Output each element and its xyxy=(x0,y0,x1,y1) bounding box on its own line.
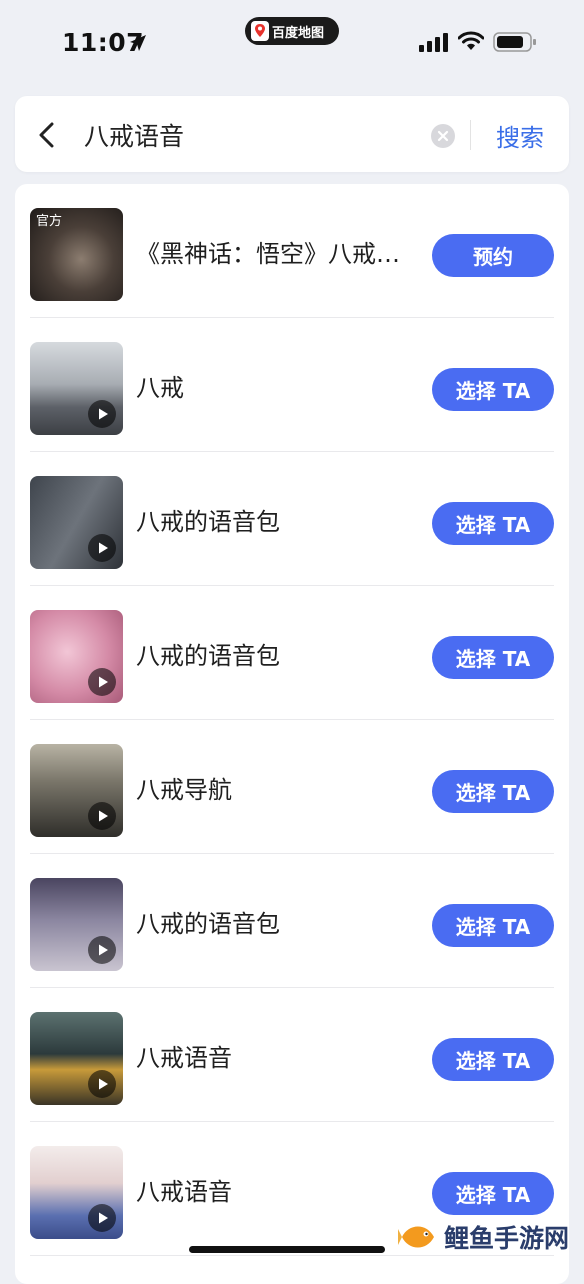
thumbnail[interactable] xyxy=(30,610,123,703)
item-title: 八戒的语音包 xyxy=(136,642,280,670)
status-bar: 11:07 百度地图 xyxy=(0,0,584,88)
play-icon[interactable] xyxy=(88,400,116,428)
item-title: 八戒的语音包 xyxy=(136,508,280,536)
play-icon[interactable] xyxy=(88,936,116,964)
play-icon[interactable] xyxy=(88,534,116,562)
search-divider xyxy=(470,120,471,150)
reserve-button[interactable]: 预约 xyxy=(432,234,554,277)
select-button[interactable]: 选择 TA xyxy=(432,636,554,679)
fish-logo-icon xyxy=(398,1226,434,1248)
play-icon[interactable] xyxy=(88,668,116,696)
app-indicator-label: 百度地图 xyxy=(272,25,325,41)
clear-icon[interactable] xyxy=(431,124,455,148)
select-button[interactable]: 选择 TA xyxy=(432,502,554,545)
map-pin-icon xyxy=(251,21,269,41)
app-indicator-pill[interactable]: 百度地图 xyxy=(245,17,339,45)
back-icon[interactable] xyxy=(36,121,58,149)
list-item[interactable]: 官方 《黑神话：悟空》八戒语音 预约 xyxy=(15,184,569,318)
list-item[interactable]: 八戒的语音包 选择 TA xyxy=(15,854,569,988)
select-button[interactable]: 选择 TA xyxy=(432,1172,554,1215)
list-item[interactable]: 八戒语音 选择 TA xyxy=(15,988,569,1122)
play-icon[interactable] xyxy=(88,1070,116,1098)
list-item[interactable]: 八戒的语音包 选择 TA xyxy=(15,452,569,586)
thumbnail[interactable] xyxy=(30,878,123,971)
watermark-text: 鲤鱼手游网 xyxy=(444,1224,570,1253)
play-icon[interactable] xyxy=(88,802,116,830)
thumbnail[interactable] xyxy=(30,342,123,435)
search-input[interactable] xyxy=(84,116,414,154)
item-title: 八戒 xyxy=(136,374,184,402)
select-button[interactable]: 选择 TA xyxy=(432,904,554,947)
official-badge: 官方 xyxy=(36,214,63,229)
item-title: 《黑神话：悟空》八戒语音 xyxy=(136,240,411,268)
watermark: 鲤鱼手游网 xyxy=(398,1218,569,1256)
select-button[interactable]: 选择 TA xyxy=(432,1038,554,1081)
search-button[interactable]: 搜索 xyxy=(486,114,554,156)
play-icon[interactable] xyxy=(88,1204,116,1232)
item-title: 八戒的语音包 xyxy=(136,910,280,938)
item-title: 八戒语音 xyxy=(136,1044,232,1072)
list-item[interactable]: 八戒 选择 TA xyxy=(15,318,569,452)
list-item[interactable]: 八戒导航 选择 TA xyxy=(15,720,569,854)
thumbnail[interactable] xyxy=(30,1146,123,1239)
thumbnail[interactable]: 官方 xyxy=(30,208,123,301)
thumbnail[interactable] xyxy=(30,744,123,837)
item-title: 八戒导航 xyxy=(136,776,232,804)
voice-pack-list: 官方 《黑神话：悟空》八戒语音 预约 八戒 选择 TA 八戒的语音包 选择 TA… xyxy=(15,184,569,1284)
select-button[interactable]: 选择 TA xyxy=(432,770,554,813)
location-arrow-icon xyxy=(130,35,146,51)
item-title: 八戒语音 xyxy=(136,1178,232,1206)
select-button[interactable]: 选择 TA xyxy=(432,368,554,411)
list-item[interactable]: 八戒的语音包 选择 TA xyxy=(15,586,569,720)
home-indicator[interactable] xyxy=(189,1246,385,1253)
wifi-icon xyxy=(458,31,484,50)
thumbnail[interactable] xyxy=(30,1012,123,1105)
cellular-signal-icon xyxy=(419,33,448,52)
thumbnail[interactable] xyxy=(30,476,123,569)
battery-icon xyxy=(493,32,536,52)
